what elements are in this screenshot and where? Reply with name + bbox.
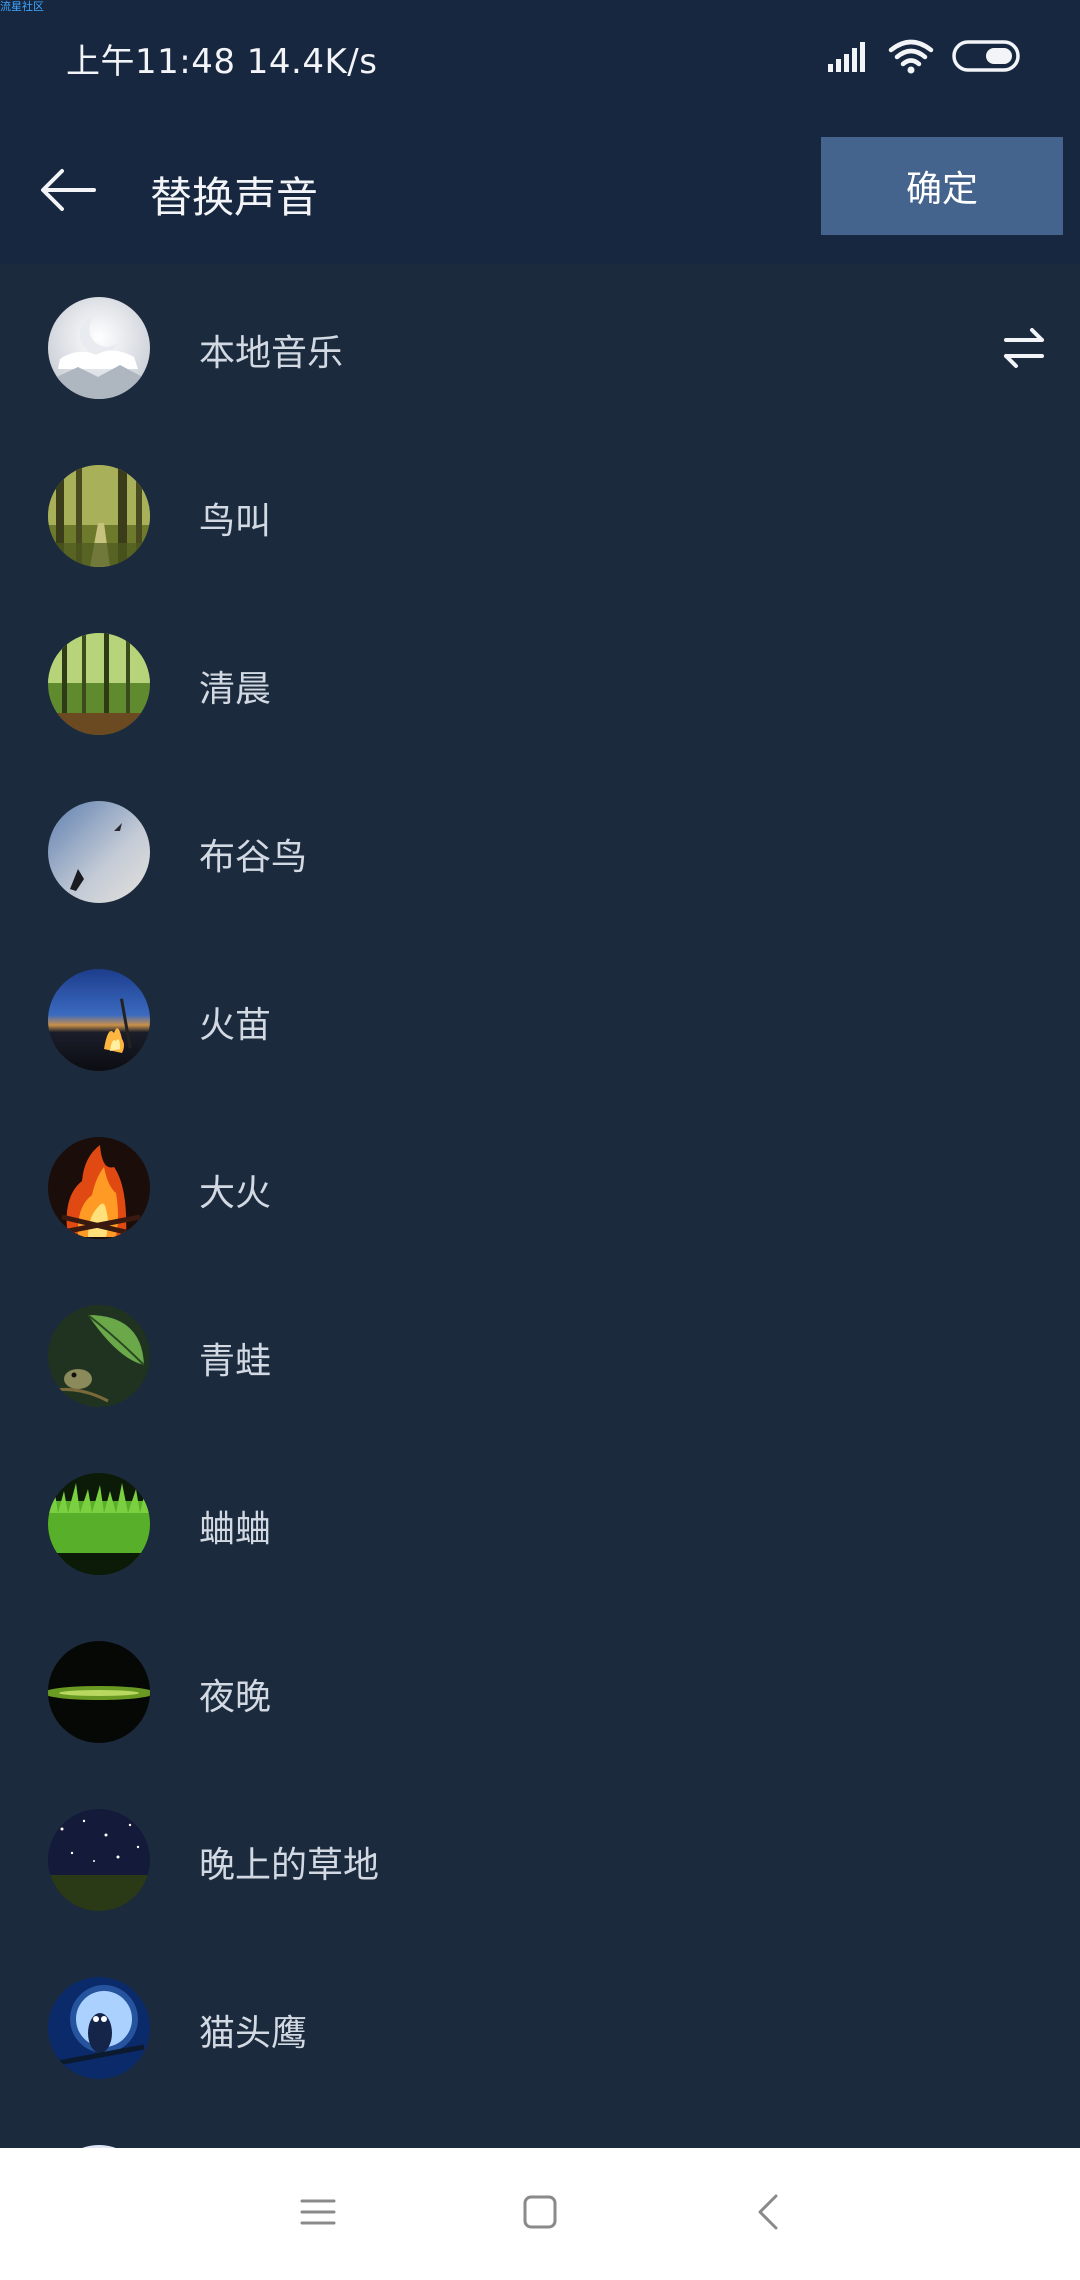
list-item-frog[interactable]: 青蛙 [0, 1272, 1080, 1440]
thumbnail-morning-forest [48, 633, 150, 735]
sound-label: 大火 [199, 1173, 272, 1214]
home-button[interactable] [510, 2184, 570, 2244]
sound-label: 猫头鹰 [199, 2013, 308, 2054]
swap-icon[interactable] [1000, 324, 1048, 372]
sound-list: 本地音乐 鸟叫 清晨 布谷鸟 火苗 大火 青蛙 蛐蛐 夜晚 晚上的草地 猫头鹰 [0, 264, 1080, 2280]
thumbnail-frog-leaf [48, 1305, 150, 1407]
thumbnail-moon-cloud [48, 297, 150, 399]
arrow-left-icon [38, 167, 98, 217]
confirm-button[interactable]: 确定 [821, 137, 1063, 235]
list-item-owl[interactable]: 猫头鹰 [0, 1944, 1080, 2112]
list-item-local-music[interactable]: 本地音乐 [0, 264, 1080, 432]
thumbnail-campfire-dusk [48, 969, 150, 1071]
thumbnail-owl-moon [48, 1977, 150, 2079]
sound-label: 蛐蛐 [199, 1509, 272, 1550]
sound-label: 鸟叫 [199, 501, 272, 542]
list-item-bird-call[interactable]: 鸟叫 [0, 432, 1080, 600]
list-item-cuckoo[interactable]: 布谷鸟 [0, 768, 1080, 936]
app-bar: 替换声音 确定 [0, 118, 1080, 264]
thumbnail-grass [48, 1473, 150, 1575]
thumbnail-bird-sky [48, 801, 150, 903]
back-nav-button[interactable] [738, 2184, 798, 2244]
sound-label: 清晨 [199, 669, 272, 710]
page-title: 替换声音 [150, 173, 319, 222]
status-time-speed: 上午11:48 14.4K/s [66, 42, 378, 82]
back-button[interactable] [28, 152, 108, 232]
list-item-cricket[interactable]: 蛐蛐 [0, 1440, 1080, 1608]
menu-icon [300, 2197, 336, 2231]
system-nav-bar [0, 2148, 1080, 2280]
list-item-night-grassland[interactable]: 晚上的草地 [0, 1776, 1080, 1944]
menu-button[interactable] [288, 2184, 348, 2244]
sound-label: 夜晚 [199, 1677, 272, 1718]
home-icon [522, 2194, 558, 2234]
signal-icon [826, 40, 870, 76]
battery-icon [952, 39, 1022, 77]
list-item-big-fire[interactable]: 大火 [0, 1104, 1080, 1272]
watermark: 流星社区 [0, 0, 44, 13]
thumbnail-bonfire [48, 1137, 150, 1239]
sound-label: 晚上的草地 [199, 1845, 380, 1886]
sound-label: 火苗 [199, 1005, 272, 1046]
status-icons [826, 38, 1022, 78]
list-item-fire-flame[interactable]: 火苗 [0, 936, 1080, 1104]
wifi-icon [888, 38, 934, 78]
sound-label: 青蛙 [199, 1341, 272, 1382]
screen: 流星社区 上午11:48 14.4K/s 替换声音 确定 本地音乐 鸟叫 清晨 … [0, 0, 1080, 2280]
list-item-night[interactable]: 夜晚 [0, 1608, 1080, 1776]
status-bar: 上午11:48 14.4K/s [0, 0, 1080, 118]
back-icon [756, 2193, 780, 2235]
thumbnail-starry-grass [48, 1809, 150, 1911]
thumbnail-night-horizon [48, 1641, 150, 1743]
sound-label: 本地音乐 [199, 333, 344, 374]
thumbnail-forest-path [48, 465, 150, 567]
sound-label: 布谷鸟 [199, 837, 308, 878]
list-item-morning[interactable]: 清晨 [0, 600, 1080, 768]
